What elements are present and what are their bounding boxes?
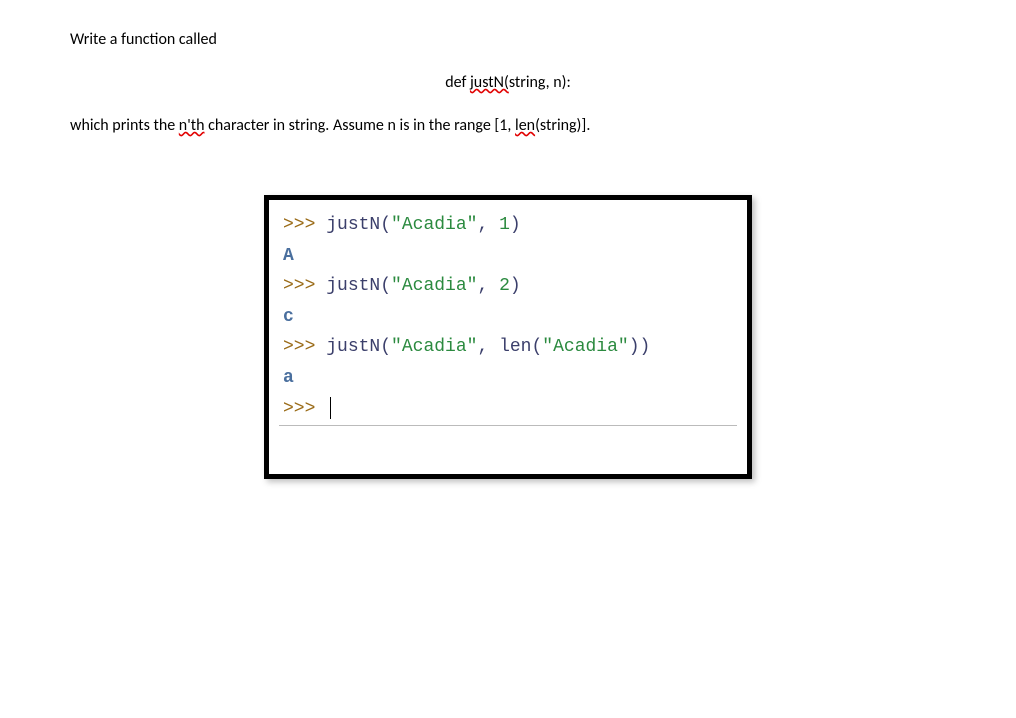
prompt: >>> [283, 399, 326, 419]
function-name: justN [326, 215, 380, 235]
string-literal: "Acadia" [542, 337, 628, 357]
prompt: >>> [283, 337, 326, 357]
number-literal: 2 [499, 276, 510, 296]
output-text: a [283, 368, 294, 388]
prompt: >>> [283, 276, 326, 296]
function-name: len [499, 337, 531, 357]
function-name: justN [326, 337, 380, 357]
terminal-line: >>> justN("Acadia", len("Acadia")) [283, 332, 733, 363]
terminal-line: >>> justN("Acadia", 2) [283, 271, 733, 302]
terminal-line: >>> [283, 394, 733, 425]
function-name: justN [326, 276, 380, 296]
output-text: c [283, 307, 294, 327]
number-literal: 1 [499, 215, 510, 235]
terminal-line: A [283, 241, 733, 272]
terminal-line: a [283, 363, 733, 394]
terminal-screenshot: >>> justN("Acadia", 1) A >>> justN("Acadia… [264, 195, 752, 479]
output-text: A [283, 246, 294, 266]
string-literal: "Acadia" [391, 337, 477, 357]
terminal-line: >>> justN("Acadia", 1) [283, 210, 733, 241]
description-text: which prints the n'th character in strin… [70, 116, 946, 135]
intro-text: Write a function called [70, 30, 946, 49]
terminal-line: c [283, 302, 733, 333]
function-definition: def justN(string, n): [70, 73, 946, 92]
string-literal: "Acadia" [391, 276, 477, 296]
cursor [330, 397, 331, 419]
string-literal: "Acadia" [391, 215, 477, 235]
prompt: >>> [283, 215, 326, 235]
